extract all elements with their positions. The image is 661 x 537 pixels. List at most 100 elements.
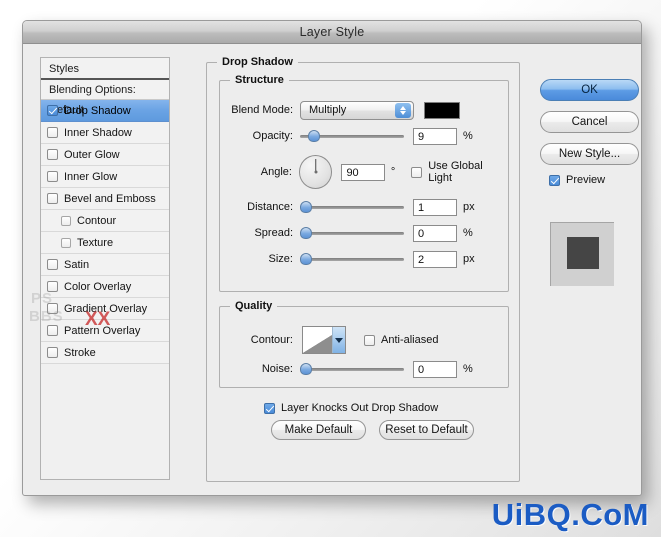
chevron-down-icon[interactable] (332, 327, 345, 353)
distance-input[interactable]: 1 (413, 198, 457, 216)
slider-knob[interactable] (300, 201, 312, 213)
sidebar-item-texture[interactable]: Texture (41, 232, 169, 254)
ok-label: OK (581, 84, 598, 96)
slider-track (300, 232, 404, 235)
preview-row[interactable]: Preview (549, 174, 605, 186)
checkbox-inner-shadow[interactable] (47, 127, 58, 138)
slider-knob[interactable] (300, 363, 312, 375)
use-global-light-label: Use Global Light (428, 160, 483, 184)
sidebar-item-outer-glow[interactable]: Outer Glow (41, 144, 169, 166)
reset-to-default-button[interactable]: Reset to Default (379, 420, 474, 440)
dialog-title: Layer Style (299, 25, 365, 39)
sidebar-item-label: Inner Shadow (64, 126, 132, 139)
checkbox-pattern-overlay[interactable] (47, 325, 58, 336)
sidebar-item-label: Pattern Overlay (64, 324, 141, 337)
size-input[interactable]: 2 (413, 250, 457, 268)
sidebar-item-satin[interactable]: Satin (41, 254, 169, 276)
sidebar-item-gradient-overlay[interactable]: Gradient Overlay (41, 298, 169, 320)
blend-mode-select[interactable]: Multiply (300, 100, 414, 120)
sidebar-item-stroke[interactable]: Stroke (41, 342, 169, 364)
checkbox-color-overlay[interactable] (47, 281, 58, 292)
sidebar-item-label: Satin (64, 258, 90, 271)
checkbox-stroke[interactable] (47, 347, 58, 358)
sidebar-item-contour[interactable]: Contour (41, 210, 169, 232)
checkbox-outer-glow[interactable] (47, 149, 58, 160)
noise-row: Noise: 0 % (228, 360, 473, 378)
checkbox-texture[interactable] (61, 237, 71, 248)
dial-hub-icon (314, 170, 318, 174)
contour-row: Contour: Anti-aliased (228, 325, 438, 355)
opacity-slider[interactable] (300, 129, 404, 143)
checkbox-bevel-and-emboss[interactable] (47, 193, 58, 204)
checkbox-layer-knocks-out[interactable] (264, 402, 275, 414)
spread-input[interactable]: 0 (413, 224, 457, 242)
layer-knocks-out-row[interactable]: Layer Knocks Out Drop Shadow (264, 402, 438, 414)
sidebar-item-inner-glow[interactable]: Inner Glow (41, 166, 169, 188)
opacity-input[interactable]: 9 (413, 127, 457, 145)
use-global-light-row[interactable]: Use Global Light (411, 160, 508, 184)
blending-options-row[interactable]: Blending Options: Default (41, 80, 169, 116)
slider-knob[interactable] (300, 253, 312, 265)
structure-group-title: Structure (230, 74, 289, 86)
spread-label: Spread: (254, 227, 293, 239)
preview-label: Preview (566, 174, 606, 186)
checkbox-use-global-light[interactable] (411, 166, 423, 178)
size-slider[interactable] (300, 252, 404, 266)
angle-row: Angle: 90 ° Use Global Light (228, 153, 508, 191)
checkbox-drop-shadow[interactable] (47, 105, 58, 116)
sidebar-item-label: Outer Glow (64, 148, 120, 161)
checkbox-gradient-overlay[interactable] (47, 303, 58, 314)
ok-button[interactable]: OK (540, 79, 639, 101)
screenshot-root: Layer Style Styles Blending Options: Def… (0, 0, 661, 537)
size-label: Size: (268, 253, 293, 265)
angle-input[interactable]: 90 (341, 163, 385, 181)
checkbox-satin[interactable] (47, 259, 58, 270)
blend-mode-row: Blend Mode: Multiply (228, 100, 460, 120)
quality-group-title: Quality (230, 300, 278, 312)
dialog-body: Styles Blending Options: Default Drop Sh… (23, 44, 641, 495)
shadow-color-swatch[interactable] (424, 101, 460, 119)
angle-label: Angle: (260, 166, 292, 178)
checkbox-anti-aliased[interactable] (364, 334, 375, 346)
slider-knob[interactable] (300, 227, 312, 239)
quality-group: Quality Contour: Anti-aliased Noise: 0 % (219, 300, 509, 388)
distance-row: Distance: 1 px (228, 198, 475, 216)
distance-label: Distance: (247, 201, 293, 213)
spread-slider[interactable] (300, 226, 404, 240)
drop-shadow-group-title: Drop Shadow (217, 56, 298, 68)
new-style-button[interactable]: New Style... (540, 143, 639, 165)
blend-mode-value: Multiply (309, 104, 347, 116)
distance-slider[interactable] (300, 200, 404, 214)
contour-preset-picker[interactable] (302, 326, 346, 354)
preview-thumbnail (550, 222, 614, 286)
new-style-label: New Style... (558, 148, 621, 160)
spread-row: Spread: 0 % (228, 224, 473, 242)
noise-unit: % (463, 363, 473, 375)
slider-track (300, 206, 404, 209)
contour-label: Contour: (250, 334, 293, 346)
distance-unit: px (463, 201, 475, 213)
blend-mode-label: Blend Mode: (231, 104, 293, 116)
sidebar-item-bevel-and-emboss[interactable]: Bevel and Emboss (41, 188, 169, 210)
checkbox-preview[interactable] (549, 174, 560, 186)
make-default-button[interactable]: Make Default (271, 420, 366, 440)
sidebar-item-inner-shadow[interactable]: Inner Shadow (41, 122, 169, 144)
slider-knob[interactable] (308, 130, 321, 142)
preview-shape (567, 237, 599, 269)
sidebar-item-pattern-overlay[interactable]: Pattern Overlay (41, 320, 169, 342)
checkbox-contour[interactable] (61, 215, 71, 226)
sidebar-item-label: Color Overlay (64, 280, 132, 293)
styles-panel-header: Styles (41, 58, 169, 80)
dialog-titlebar[interactable]: Layer Style (23, 21, 641, 44)
anti-aliased-row[interactable]: Anti-aliased (364, 334, 438, 346)
chevron-updown-icon[interactable] (395, 102, 411, 118)
cancel-button[interactable]: Cancel (540, 111, 639, 133)
size-unit: px (463, 253, 475, 265)
angle-dial[interactable] (298, 155, 333, 189)
cancel-label: Cancel (571, 116, 608, 128)
checkbox-inner-glow[interactable] (47, 171, 58, 182)
noise-input[interactable]: 0 (413, 360, 457, 378)
noise-slider[interactable] (300, 362, 404, 376)
styles-panel: Styles Blending Options: Default Drop Sh… (40, 57, 170, 480)
sidebar-item-color-overlay[interactable]: Color Overlay (41, 276, 169, 298)
